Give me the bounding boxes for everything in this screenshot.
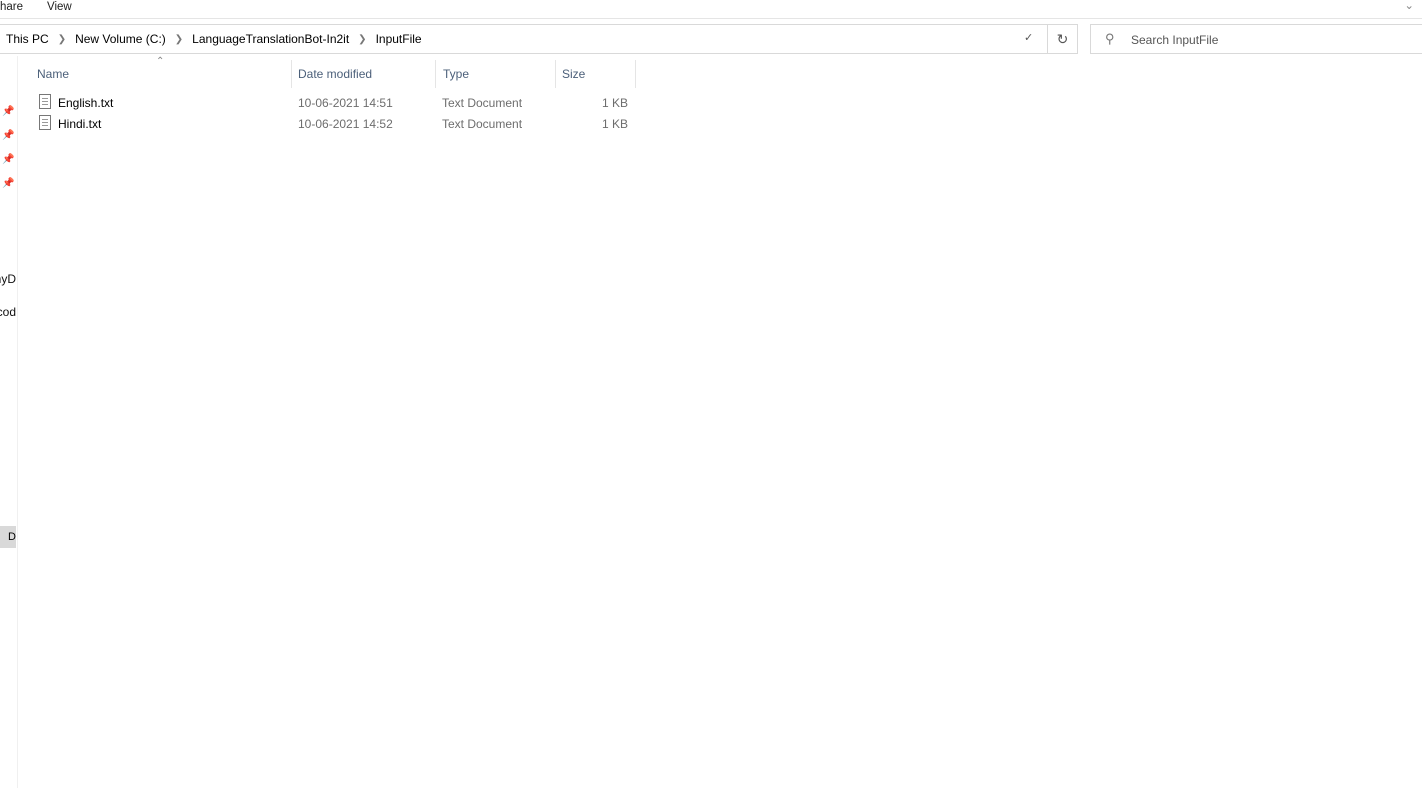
column-header-size[interactable]: Size — [562, 67, 585, 81]
column-divider[interactable] — [635, 60, 636, 88]
navigation-pane: 📌 📌 📌 📌 nyD cod D — [0, 56, 18, 788]
search-box[interactable]: ⚲ Search InputFile — [1090, 24, 1422, 54]
file-size: 1 KB — [601, 96, 628, 110]
tab-share[interactable]: hare — [0, 1, 23, 13]
refresh-button[interactable]: ↻ — [1047, 25, 1077, 53]
file-name: Hindi.txt — [58, 117, 102, 131]
file-type: Text Document — [442, 96, 523, 110]
expand-ribbon-icon[interactable]: ⌄ — [1404, 0, 1414, 12]
column-header-date[interactable]: Date modified — [298, 67, 372, 81]
crumb-inputfile[interactable]: InputFile — [376, 32, 422, 46]
column-header-name[interactable]: Name — [37, 67, 69, 81]
chevron-right-icon[interactable]: ❯ — [58, 34, 66, 45]
column-divider[interactable] — [435, 60, 436, 88]
crumb-project[interactable]: LanguageTranslationBot-In2it — [192, 32, 349, 46]
address-bar[interactable]: This PC ❯ New Volume (C:) ❯ LanguageTransl… — [0, 24, 1078, 54]
file-size: 1 KB — [601, 117, 628, 131]
search-input[interactable]: Search InputFile — [1131, 33, 1218, 47]
nav-item[interactable]: nyD — [0, 272, 16, 286]
file-date: 10-06-2021 14:51 — [298, 96, 393, 110]
text-file-icon — [39, 94, 51, 109]
file-type: Text Document — [442, 117, 523, 131]
text-file-icon — [39, 115, 51, 130]
pin-icon: 📌 — [2, 154, 15, 165]
pin-icon: 📌 — [2, 130, 15, 141]
column-headers: Name Date modified Type Size — [0, 60, 640, 88]
chevron-right-icon[interactable]: ❯ — [175, 34, 183, 45]
column-divider[interactable] — [291, 60, 292, 88]
breadcrumb: This PC ❯ New Volume (C:) ❯ LanguageTransl… — [6, 32, 422, 46]
pin-icon: 📌 — [2, 106, 15, 117]
file-row[interactable]: Hindi.txt 10-06-2021 14:52 Text Document… — [36, 113, 636, 134]
file-row[interactable]: English.txt 10-06-2021 14:51 Text Docume… — [36, 92, 636, 113]
crumb-volume[interactable]: New Volume (C:) — [75, 32, 166, 46]
chevron-right-icon[interactable]: ❯ — [358, 34, 366, 45]
file-name: English.txt — [58, 96, 114, 110]
pin-icon: 📌 — [2, 178, 15, 189]
column-header-type[interactable]: Type — [443, 67, 469, 81]
file-date: 10-06-2021 14:52 — [298, 117, 393, 131]
crumb-this-pc[interactable]: This PC — [6, 32, 49, 46]
chevron-down-icon[interactable]: ✓ — [1024, 31, 1033, 44]
ribbon: hare View ⌄ — [0, 0, 1422, 19]
nav-item-selected[interactable]: D — [0, 526, 16, 548]
column-divider[interactable] — [555, 60, 556, 88]
search-icon: ⚲ — [1105, 31, 1115, 46]
tab-view[interactable]: View — [47, 1, 72, 13]
nav-item[interactable]: cod — [0, 305, 16, 319]
